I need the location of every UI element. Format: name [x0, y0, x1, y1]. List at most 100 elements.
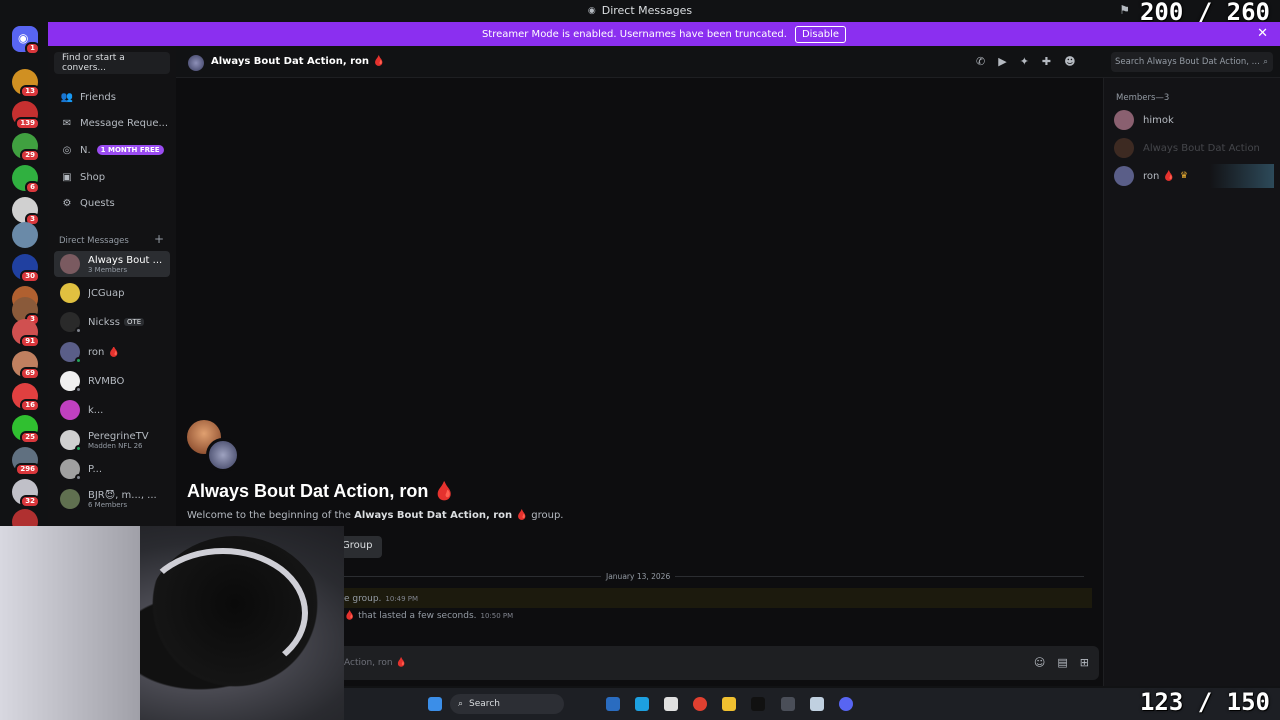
server-icon[interactable]: 32 [12, 479, 40, 508]
tiktok-icon[interactable] [751, 697, 765, 711]
members-header: Members—3 [1116, 93, 1170, 103]
status-indicator [75, 474, 82, 481]
dm-name: Always Bout ... [88, 254, 163, 266]
app-icon[interactable] [810, 697, 824, 711]
avatar [60, 371, 82, 393]
search-input[interactable]: Search Always Bout Dat Action, ... ⌕ [1111, 52, 1273, 72]
flag-icon[interactable]: ⚑ [1119, 3, 1130, 17]
file-explorer-icon[interactable] [722, 697, 736, 711]
server-icon[interactable]: 30 [12, 254, 40, 283]
channel-title: Always Bout Dat Action, ron 🩸 [211, 56, 385, 67]
webcam-overlay [0, 526, 344, 720]
obs-icon[interactable] [781, 697, 795, 711]
status-indicator [75, 327, 82, 334]
server-icon[interactable]: 91 [12, 319, 40, 348]
guild-badge: 6 [25, 181, 40, 194]
clan-tag: OTE [123, 318, 145, 326]
dm-item[interactable]: PeregrineTV Madden NFL 26 [54, 427, 170, 453]
taskbar-search[interactable]: ⌕ Search [450, 694, 564, 714]
system-message: e group. 10:49 PM [336, 588, 1092, 608]
gif-icon[interactable]: ▤ [1057, 656, 1067, 669]
edge-icon[interactable] [635, 697, 649, 711]
promo-badge: 1 MONTH FREE [96, 145, 164, 155]
gift-icon[interactable]: ⊞ [1080, 656, 1089, 669]
chrome-icon[interactable] [693, 697, 707, 711]
guild-badge: 32 [20, 495, 40, 508]
guild-badge: 25 [20, 431, 40, 444]
dm-item[interactable]: Always Bout ... 3 Members [54, 251, 170, 277]
avatar [60, 254, 80, 274]
guild-badge: 16 [20, 399, 40, 412]
disable-streamer-mode-button[interactable]: Disable [794, 25, 847, 43]
server-icon[interactable]: 6 [12, 165, 40, 194]
store-icon[interactable] [664, 697, 678, 711]
dm-item[interactable]: Nickss OTE [54, 309, 170, 335]
server-icon[interactable]: 69 [12, 351, 40, 380]
windows-start-icon[interactable] [428, 697, 442, 711]
message-input[interactable]: Action, ron 🩸 ☺ ▤ ⊞ [336, 646, 1099, 680]
pin-icon[interactable]: ✦ [1020, 55, 1029, 68]
dm-name: ron 🩸 [88, 346, 120, 358]
nav-quests[interactable]: ⚙ Quests [54, 192, 172, 214]
home-button[interactable]: ◉ 1 [12, 26, 40, 55]
member-item[interactable]: himok [1114, 108, 1274, 132]
add-friends-icon[interactable]: ✚ [1042, 55, 1051, 68]
member-name: himok [1143, 114, 1174, 126]
close-icon[interactable]: ✕ [1257, 26, 1268, 41]
discord-taskbar-icon[interactable] [839, 697, 853, 711]
server-icon[interactable]: 16 [12, 383, 40, 412]
server-icon[interactable]: 29 [12, 133, 40, 162]
member-item[interactable]: Always Bout Dat Action [1114, 136, 1274, 160]
dm-item[interactable]: ron 🩸 [54, 339, 170, 365]
dm-name: JCGuap [88, 287, 125, 299]
dm-name: P... [88, 463, 103, 475]
quests-icon: ⚙ [62, 197, 72, 209]
server-icon[interactable]: 139 [12, 101, 40, 130]
dm-section-header: Direct Messages [59, 236, 129, 246]
member-list-icon[interactable]: ☻ [1064, 55, 1075, 68]
guild-badge: 13 [20, 85, 40, 98]
server-icon[interactable]: 3 [12, 197, 40, 226]
task-view-icon[interactable] [606, 697, 620, 711]
dm-subtext: 6 Members [88, 500, 128, 509]
envelope-icon: ✉ [62, 117, 72, 129]
dm-subtext: Madden NFL 26 [88, 441, 143, 450]
server-icon[interactable] [12, 222, 38, 248]
nav-message-requests[interactable]: ✉ Message Reque... [54, 112, 172, 134]
guild-badge: 139 [15, 117, 40, 130]
avatar [60, 430, 82, 452]
voice-call-icon[interactable]: ✆ [976, 55, 985, 68]
input-placeholder: Action, ron 🩸 [344, 658, 407, 668]
member-item[interactable]: ron 🩸 ♛ [1114, 164, 1274, 188]
dm-item[interactable]: RVMBO [54, 368, 170, 394]
shop-icon: ▣ [62, 171, 72, 183]
dm-item[interactable]: BJR😈, m..., ... 6 Members [54, 486, 170, 512]
welcome-group-name: Always Bout Dat Action, ron 🩸 [354, 510, 529, 521]
status-indicator [75, 357, 82, 364]
nav-nitro[interactable]: ◎ N. 1 MONTH FREE [54, 139, 172, 161]
dm-name: BJR😈, m..., ... [88, 489, 157, 501]
guild-badge: 69 [20, 367, 40, 380]
find-conversation-input[interactable]: Find or start a convers... [54, 52, 170, 74]
nav-label: Quests [80, 197, 115, 209]
server-icon[interactable]: 13 [12, 69, 40, 98]
nav-friends[interactable]: 👥 Friends [54, 86, 172, 108]
owner-crown-icon: ♛ [1179, 171, 1189, 181]
dm-item[interactable]: JCGuap [54, 280, 170, 306]
dm-sidebar: Find or start a convers... 👥 Friends ✉ Mes… [48, 46, 176, 526]
emoji-icon[interactable]: ☺ [1034, 656, 1045, 669]
server-icon[interactable]: 296 [12, 447, 40, 476]
date-divider [344, 576, 1084, 577]
dm-item[interactable]: k... [54, 397, 170, 423]
video-call-icon[interactable]: ▶ [998, 55, 1006, 68]
member-name: Always Bout Dat Action [1143, 142, 1260, 154]
avatar [60, 400, 80, 420]
server-icon[interactable]: 25 [12, 415, 40, 444]
avatar [60, 459, 82, 481]
create-dm-icon[interactable]: + [154, 232, 164, 246]
dm-item[interactable]: P... [54, 456, 170, 482]
avatar [60, 283, 80, 303]
avatar [60, 312, 82, 334]
nav-shop[interactable]: ▣ Shop [54, 166, 172, 188]
guild-badge: 30 [20, 270, 40, 283]
